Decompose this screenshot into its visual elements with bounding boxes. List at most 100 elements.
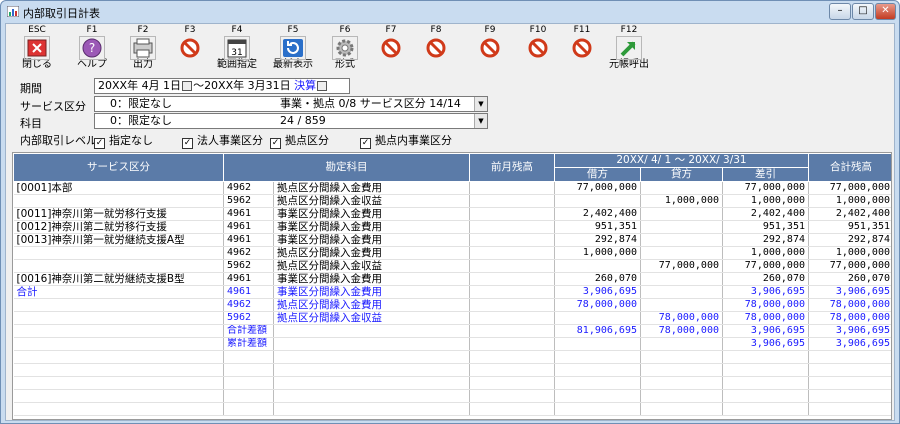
checkbox[interactable]: ✓ [270, 138, 281, 149]
cell-credit [640, 402, 723, 416]
checkbox[interactable]: ✓ [94, 138, 105, 149]
table-row[interactable]: 4962 拠点区分間繰入金費用 1,000,000 1,000,000 1,000,00… [13, 246, 891, 260]
check-base-internal[interactable]: ✓ 拠点内事業区分 [360, 132, 452, 149]
header-credit[interactable]: 貸方 [640, 167, 723, 182]
calendar-icon[interactable] [182, 81, 193, 91]
table-row[interactable]: [0001]本部 4962 拠点区分間繰入金費用 77,000,000 77,000,0… [13, 181, 891, 195]
checkbox[interactable]: ✓ [182, 138, 193, 149]
cell-code: 4962 [223, 246, 274, 260]
table-row[interactable]: 5962 拠点区分間繰入金収益 1,000,000 1,000,000 1,000,00… [13, 194, 891, 208]
toolbar-button-f8[interactable]: F8 [411, 24, 461, 72]
toolbar-button-f2[interactable]: F2 出力 [118, 24, 168, 72]
cell-account: 事業区分間繰入金費用 [273, 233, 470, 247]
cell-debit: 1,000,000 [554, 246, 641, 260]
cell-prev [469, 298, 555, 312]
cell-service [13, 350, 224, 364]
close-door-icon [24, 36, 50, 60]
header-service[interactable]: サービス区分 [13, 153, 224, 182]
check-base[interactable]: ✓ 拠点区分 [270, 132, 329, 149]
table-row[interactable]: 5962 拠点区分間繰入金収益 78,000,000 78,000,000 78,000… [13, 311, 891, 325]
table-row[interactable]: [0012]神奈川第二就労移行支援 4961 事業区分間繰入金費用 951,351 95… [13, 220, 891, 234]
chevron-down-icon[interactable]: ▼ [474, 114, 487, 128]
toolbar-button-f1[interactable]: F1? ヘルプ [67, 24, 117, 72]
table-row[interactable]: 合計差額 81,906,695 78,000,000 3,906,695 3,906,6… [13, 324, 891, 338]
cell-total: 1,000,000 [808, 246, 891, 260]
cell-total [808, 350, 891, 364]
cell-debit: 78,000,000 [554, 298, 641, 312]
check-corporate[interactable]: ✓ 法人事業区分 [182, 132, 263, 149]
cell-prev [469, 246, 555, 260]
table-row[interactable]: [0011]神奈川第一就労移行支援 4961 事業区分間繰入金費用 2,402,400… [13, 207, 891, 221]
table-row[interactable]: 4962 拠点区分間繰入金費用 78,000,000 78,000,000 78,000… [13, 298, 891, 312]
toolbar-button-f4[interactable]: F4 31 範囲指定 [212, 24, 262, 72]
toolbar-button-f5[interactable]: F5 最新表示 [268, 24, 318, 72]
period-field[interactable]: 20XX年 4月 1日 ～20XX年 3月31日 決算 [94, 78, 350, 94]
cell-credit [640, 220, 723, 234]
subject-select[interactable]: 0：限定なし 24 / 859 ▼ [94, 113, 488, 129]
header-account[interactable]: 勘定科目 [223, 153, 470, 182]
calendar-icon[interactable] [317, 81, 328, 91]
svg-text:31: 31 [231, 48, 242, 58]
function-key-label: F9 [484, 25, 496, 35]
title-bar: 内部取引日計表 – □ ✕ [1, 1, 899, 23]
cell-code: 4961 [223, 233, 274, 247]
table-row[interactable] [13, 402, 891, 416]
table-row[interactable]: [0013]神奈川第一就労継続支援A型 4961 事業区分間繰入金費用 292,874… [13, 233, 891, 247]
cell-service [13, 389, 224, 403]
app-window: 内部取引日計表 – □ ✕ ESC 閉じる F1? ヘルプ F2 出力 F3 F4 31 範囲指定… [0, 0, 900, 424]
toolbar-button-f3[interactable]: F3 [165, 24, 215, 72]
table-row[interactable] [13, 376, 891, 390]
cell-total: 292,874 [808, 233, 891, 247]
cell-code [223, 389, 274, 403]
check-none[interactable]: ✓ 指定なし [94, 132, 153, 149]
toolbar-button-f10[interactable]: F10 [513, 24, 563, 72]
checkbox[interactable]: ✓ [360, 138, 371, 149]
table-row[interactable] [13, 389, 891, 403]
table-row[interactable]: 5962 拠点区分間繰入金収益 77,000,000 77,000,000 77,000… [13, 259, 891, 273]
cell-diff [722, 376, 809, 390]
toolbar-button-f6[interactable]: F6 形式 [320, 24, 370, 72]
cell-diff: 3,906,695 [722, 285, 809, 299]
cell-code: 累計差額 [223, 337, 274, 351]
svg-text:?: ? [89, 41, 95, 55]
table-row[interactable] [13, 350, 891, 364]
disabled-icon [424, 37, 448, 59]
table-row[interactable]: [0016]神奈川第二就労継続支援B型 4961 事業区分間繰入金費用 260,070… [13, 272, 891, 286]
table-row[interactable]: 累計差額 3,906,695 3,906,695 [13, 337, 891, 351]
minimize-button[interactable]: – [829, 3, 851, 20]
cell-credit [640, 389, 723, 403]
toolbar-button-esc[interactable]: ESC 閉じる [12, 24, 62, 72]
header-debit[interactable]: 借方 [554, 167, 641, 182]
chevron-down-icon[interactable]: ▼ [474, 97, 487, 111]
toolbar-button-label: 出力 [133, 59, 153, 70]
cell-prev [469, 259, 555, 273]
table-row[interactable]: 合計 4961 事業区分間繰入金費用 3,906,695 3,906,695 3,906,… [13, 285, 891, 299]
cell-prev [469, 207, 555, 221]
function-key-label: F5 [287, 25, 299, 35]
header-diff[interactable]: 差引 [722, 167, 809, 182]
close-window-button[interactable]: ✕ [875, 3, 896, 20]
chart-app-icon [7, 6, 19, 17]
cell-total [808, 389, 891, 403]
header-prev[interactable]: 前月残高 [469, 153, 555, 182]
service-select[interactable]: 0：限定なし 事業・拠点 0/8 サービス区分 14/14 ▼ [94, 96, 488, 112]
function-key-label: F10 [529, 25, 547, 35]
cell-total [808, 363, 891, 377]
function-key-label: F6 [339, 25, 351, 35]
toolbar-button-f7[interactable]: F7 [366, 24, 416, 72]
cell-prev [469, 220, 555, 234]
cell-account: 拠点区分間繰入金収益 [273, 259, 470, 273]
table-row[interactable] [13, 363, 891, 377]
maximize-button[interactable]: □ [852, 3, 874, 20]
cell-credit [640, 363, 723, 377]
header-total[interactable]: 合計残高 [808, 153, 891, 182]
cell-debit [554, 376, 641, 390]
cell-total: 951,351 [808, 220, 891, 234]
toolbar-button-f12[interactable]: F12 元帳呼出 [604, 24, 654, 72]
cell-debit [554, 402, 641, 416]
cell-prev [469, 181, 555, 195]
cell-debit: 77,000,000 [554, 181, 641, 195]
toolbar-button-f11[interactable]: F11 [557, 24, 607, 72]
toolbar-button-f9[interactable]: F9 [465, 24, 515, 72]
cell-diff: 951,351 [722, 220, 809, 234]
